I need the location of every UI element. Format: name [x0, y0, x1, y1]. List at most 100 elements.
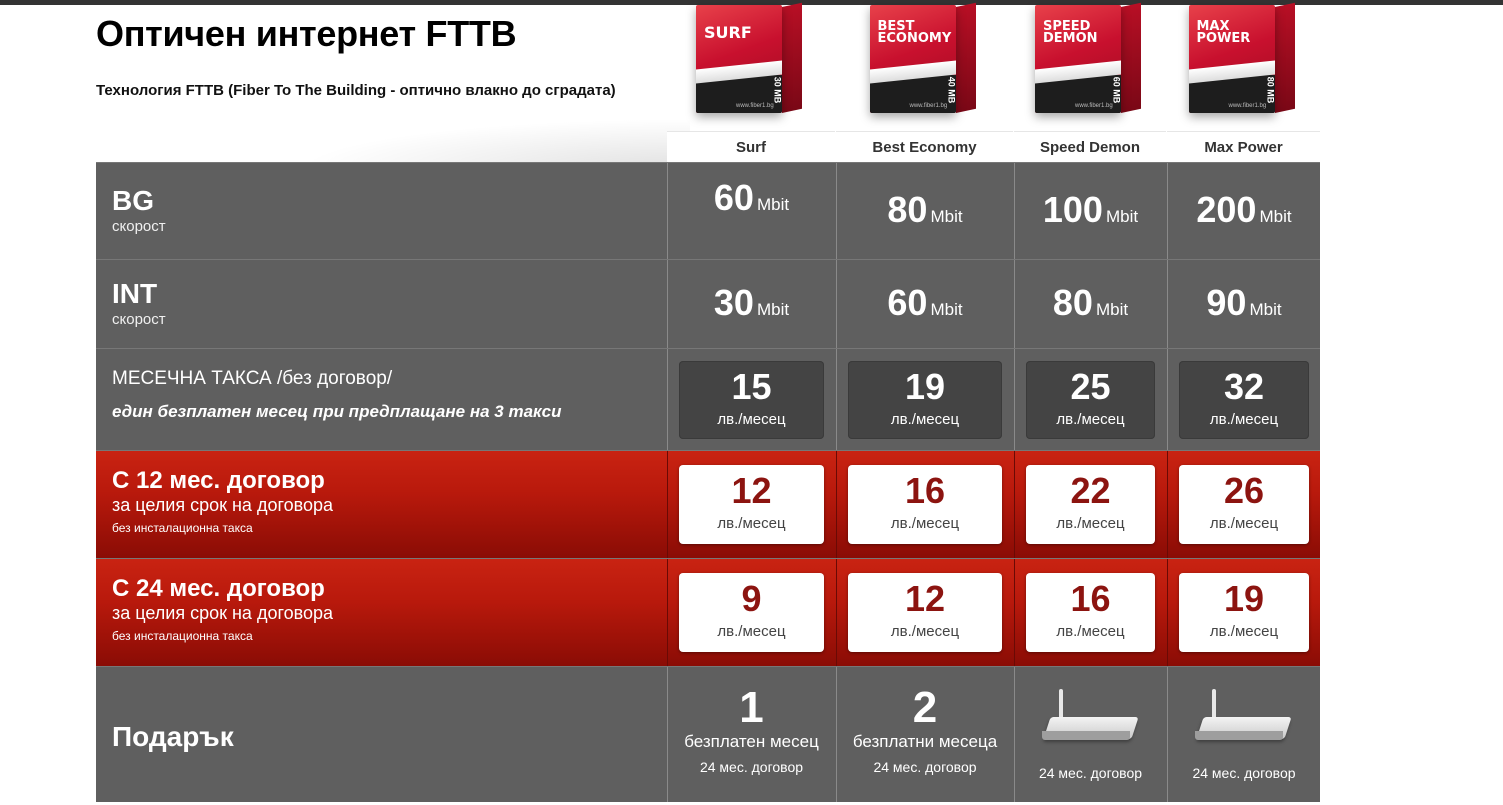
speed-value: 80: [1052, 282, 1093, 323]
price-value: 16: [1070, 578, 1111, 619]
row-monthly-fee: МЕСЕЧНА ТАКСА /без договор/ един безплат…: [96, 348, 1320, 450]
price-unit: лв./месец: [1056, 411, 1125, 428]
page-title: Оптичен интернет FTTB: [96, 13, 517, 54]
router-icon: [1195, 689, 1292, 749]
price-value: 26: [1223, 470, 1265, 511]
row-title: BG: [112, 185, 154, 216]
package-box-max-power[interactable]: MAX POWER 80 MB www.fiber1.bg: [1167, 2, 1320, 135]
package-box-name: BEST ECONOMY: [877, 19, 952, 46]
price-box[interactable]: 25 лв./месец: [1026, 361, 1155, 439]
row-note: без инсталационна такса: [112, 521, 253, 535]
decorative-shadow: [230, 110, 690, 170]
price-unit: лв./месец: [1209, 515, 1279, 532]
package-box-mb: 30 MB: [772, 76, 783, 104]
row-12-month-contract: С 12 мес. договор за целия срок на догов…: [96, 450, 1320, 558]
price-box[interactable]: 12 лв./месец: [679, 465, 824, 544]
package-box-name: SURF: [704, 23, 752, 42]
price-unit: лв./месец: [717, 623, 786, 640]
price-value: 32: [1223, 366, 1265, 407]
price-value: 15: [731, 366, 772, 407]
speed-value: 90: [1206, 282, 1247, 323]
price-value: 19: [1223, 578, 1265, 619]
speed-unit: Mbit: [930, 207, 963, 226]
row-note: без инсталационна такса: [112, 629, 253, 643]
package-label-best-economy: Best Economy: [836, 131, 1013, 162]
row-title: МЕСЕЧНА ТАКСА /без договор/: [112, 368, 393, 389]
speed-value: 100: [1042, 189, 1103, 230]
package-box-site: www.fiber1.bg: [909, 103, 948, 109]
row-int-speed: INT скорост 30 Mbit 60 Mbit 80 Mbit 90 Mbit: [96, 259, 1320, 348]
speed-unit: Mbit: [1105, 207, 1139, 226]
speed-unit: Mbit: [930, 300, 963, 319]
speed-unit: Mbit: [756, 195, 790, 214]
price-box[interactable]: 16 лв./месец: [848, 465, 1002, 544]
speed-unit: Mbit: [756, 300, 790, 319]
gift-note: 24 мес. договор: [1038, 765, 1143, 781]
price-box[interactable]: 19 лв./месец: [848, 361, 1002, 439]
price-box[interactable]: 22 лв./месец: [1026, 465, 1155, 544]
gift-note: 24 мес. договор: [699, 759, 804, 775]
price-box[interactable]: 32 лв./месец: [1179, 361, 1309, 439]
row-title: INT: [112, 278, 158, 309]
package-label-surf: Surf: [667, 131, 835, 162]
row-title: Подарък: [112, 721, 234, 752]
price-box[interactable]: 26 лв./месец: [1179, 465, 1309, 544]
gift-number: 1: [739, 683, 764, 732]
price-value: 12: [904, 578, 946, 619]
price-unit: лв./месец: [1209, 623, 1279, 640]
price-unit: лв./месец: [1056, 623, 1125, 640]
router-icon: [1041, 689, 1139, 749]
row-subtitle: за целия срок на договора: [112, 603, 334, 623]
price-value: 9: [741, 578, 762, 619]
row-bg-speed: BG скорост 60 Mbit 80 Mbit 100 Mbit 200 Mbit: [96, 162, 1320, 259]
speed-value: 60: [713, 177, 754, 218]
gift-number: 2: [912, 683, 938, 732]
package-label-max-power: Max Power: [1167, 131, 1320, 162]
gift-text: безплатен месец: [684, 732, 819, 751]
price-value: 16: [904, 470, 946, 511]
row-subtitle: скорост: [112, 218, 166, 235]
price-unit: лв./месец: [717, 515, 786, 532]
speed-unit: Mbit: [1259, 207, 1292, 226]
price-value: 22: [1070, 470, 1111, 511]
row-24-month-contract: С 24 мес. договор за целия срок на догов…: [96, 558, 1320, 666]
price-value: 19: [904, 366, 946, 407]
price-value: 25: [1070, 366, 1111, 407]
price-box[interactable]: 12 лв./месец: [848, 573, 1002, 652]
page-subtitle: Технология FTTB (Fiber To The Building -…: [96, 82, 616, 99]
price-unit: лв./месец: [890, 623, 960, 640]
speed-value: 200: [1196, 189, 1257, 230]
package-box-site: www.fiber1.bg: [736, 103, 774, 109]
price-unit: лв./месец: [890, 411, 960, 428]
price-unit: лв./месец: [1056, 515, 1125, 532]
price-unit: лв./месец: [890, 515, 960, 532]
package-box-name: SPEED DEMON: [1043, 19, 1098, 46]
price-box[interactable]: 16 лв./месец: [1026, 573, 1155, 652]
package-box-site: www.fiber1.bg: [1075, 103, 1113, 109]
row-subtitle: за целия срок на договора: [112, 495, 334, 515]
gift-text: безплатни месеца: [852, 732, 998, 751]
speed-value: 30: [713, 282, 754, 323]
package-label-speed-demon: Speed Demon: [1014, 131, 1166, 162]
price-box[interactable]: 15 лв./месец: [679, 361, 824, 439]
price-unit: лв./месец: [1209, 411, 1279, 428]
price-box[interactable]: 9 лв./месец: [679, 573, 824, 652]
package-box-mb: 60 MB: [1111, 76, 1122, 104]
row-subtitle: скорост: [112, 311, 166, 328]
speed-unit: Mbit: [1249, 300, 1282, 319]
row-title: С 12 мес. договор: [112, 467, 325, 494]
speed-value: 80: [887, 189, 928, 230]
package-box-site: www.fiber1.bg: [1228, 103, 1267, 109]
row-gift: Подарък 1 безплатен месец 24 мес. догово…: [96, 666, 1320, 802]
price-unit: лв./месец: [717, 411, 786, 428]
package-box-surf[interactable]: SURF 30 MB www.fiber1.bg: [667, 2, 835, 135]
speed-value: 60: [887, 282, 928, 323]
gift-note: 24 мес. договор: [1192, 765, 1296, 781]
gift-note: 24 мес. договор: [873, 759, 977, 775]
package-box-speed-demon[interactable]: SPEED DEMON 60 MB www.fiber1.bg: [1014, 2, 1166, 135]
package-box-mb: 80 MB: [1264, 76, 1275, 104]
speed-unit: Mbit: [1095, 300, 1129, 319]
row-title: С 24 мес. договор: [112, 575, 325, 602]
price-box[interactable]: 19 лв./месец: [1179, 573, 1309, 652]
package-box-best-economy[interactable]: BEST ECONOMY 40 MB www.fiber1.bg: [836, 2, 1013, 135]
